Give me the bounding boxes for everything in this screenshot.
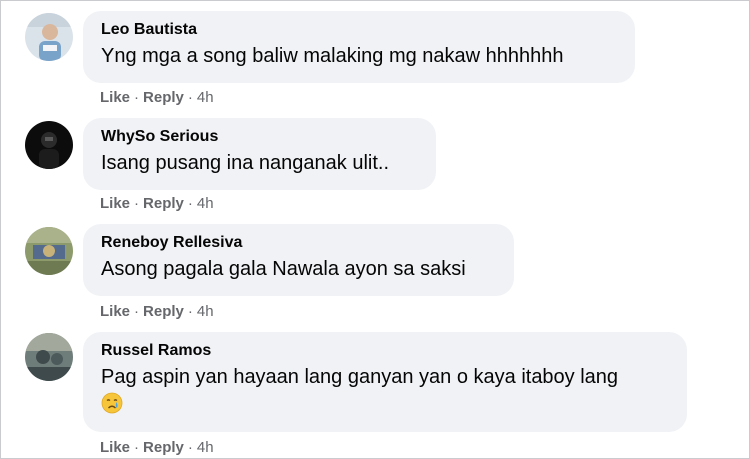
comment-text: Asong pagala gala Nawala ayon sa saksi [101,258,466,280]
comment-time[interactable]: 4h [197,89,214,106]
comment-author[interactable]: Russel Ramos [101,341,669,361]
like-button[interactable]: Like [100,303,130,320]
comment-time[interactable]: 4h [197,439,214,456]
comment-time[interactable]: 4h [197,303,214,320]
separator: · [134,439,140,456]
crying-face-emoji [101,392,123,419]
comment-text: Pag aspin yan hayaan lang ganyan yan o k… [101,366,619,388]
like-button[interactable]: Like [100,195,130,212]
comment-author[interactable]: Reneboy Rellesiva [101,233,496,253]
comment-time[interactable]: 4h [197,195,214,212]
reply-button[interactable]: Reply [143,89,184,106]
user-photo-icon [25,333,73,381]
comment-actions: Like · Reply · 4h [100,89,214,107]
comment-actions: Like · Reply · 4h [100,195,214,213]
separator: · [187,303,193,320]
user-photo-icon [25,121,73,169]
reply-button[interactable]: Reply [143,195,184,212]
separator: · [134,303,140,320]
reply-button[interactable]: Reply [143,303,184,320]
user-photo-icon [25,227,73,275]
avatar[interactable] [25,333,73,381]
separator: · [187,439,193,456]
emoji-row [101,392,669,418]
comment-bubble: WhySo Serious Isang pusang ina nanganak … [83,118,436,190]
separator: · [134,195,140,212]
avatar[interactable] [25,121,73,169]
comment-actions: Like · Reply · 4h [100,303,214,321]
user-photo-icon [25,13,73,61]
like-button[interactable]: Like [100,439,130,456]
comment-author[interactable]: WhySo Serious [101,127,418,147]
comment-text: Isang pusang ina nanganak ulit.. [101,152,389,174]
avatar[interactable] [25,13,73,61]
like-button[interactable]: Like [100,89,130,106]
comment-author[interactable]: Leo Bautista [101,20,617,40]
separator: · [134,89,140,106]
separator: · [187,89,193,106]
comment-actions: Like · Reply · 4h [100,439,214,457]
comment-bubble: Reneboy Rellesiva Asong pagala gala Nawa… [83,224,514,296]
comments-panel: Leo Bautista Yng mga a song baliw malaki… [0,0,750,459]
separator: · [187,195,193,212]
reply-button[interactable]: Reply [143,439,184,456]
comment-bubble: Leo Bautista Yng mga a song baliw malaki… [83,11,635,83]
comment-bubble: Russel Ramos Pag aspin yan hayaan lang g… [83,332,687,432]
comment-text: Yng mga a song baliw malaking mg nakaw h… [101,45,564,67]
avatar[interactable] [25,227,73,275]
